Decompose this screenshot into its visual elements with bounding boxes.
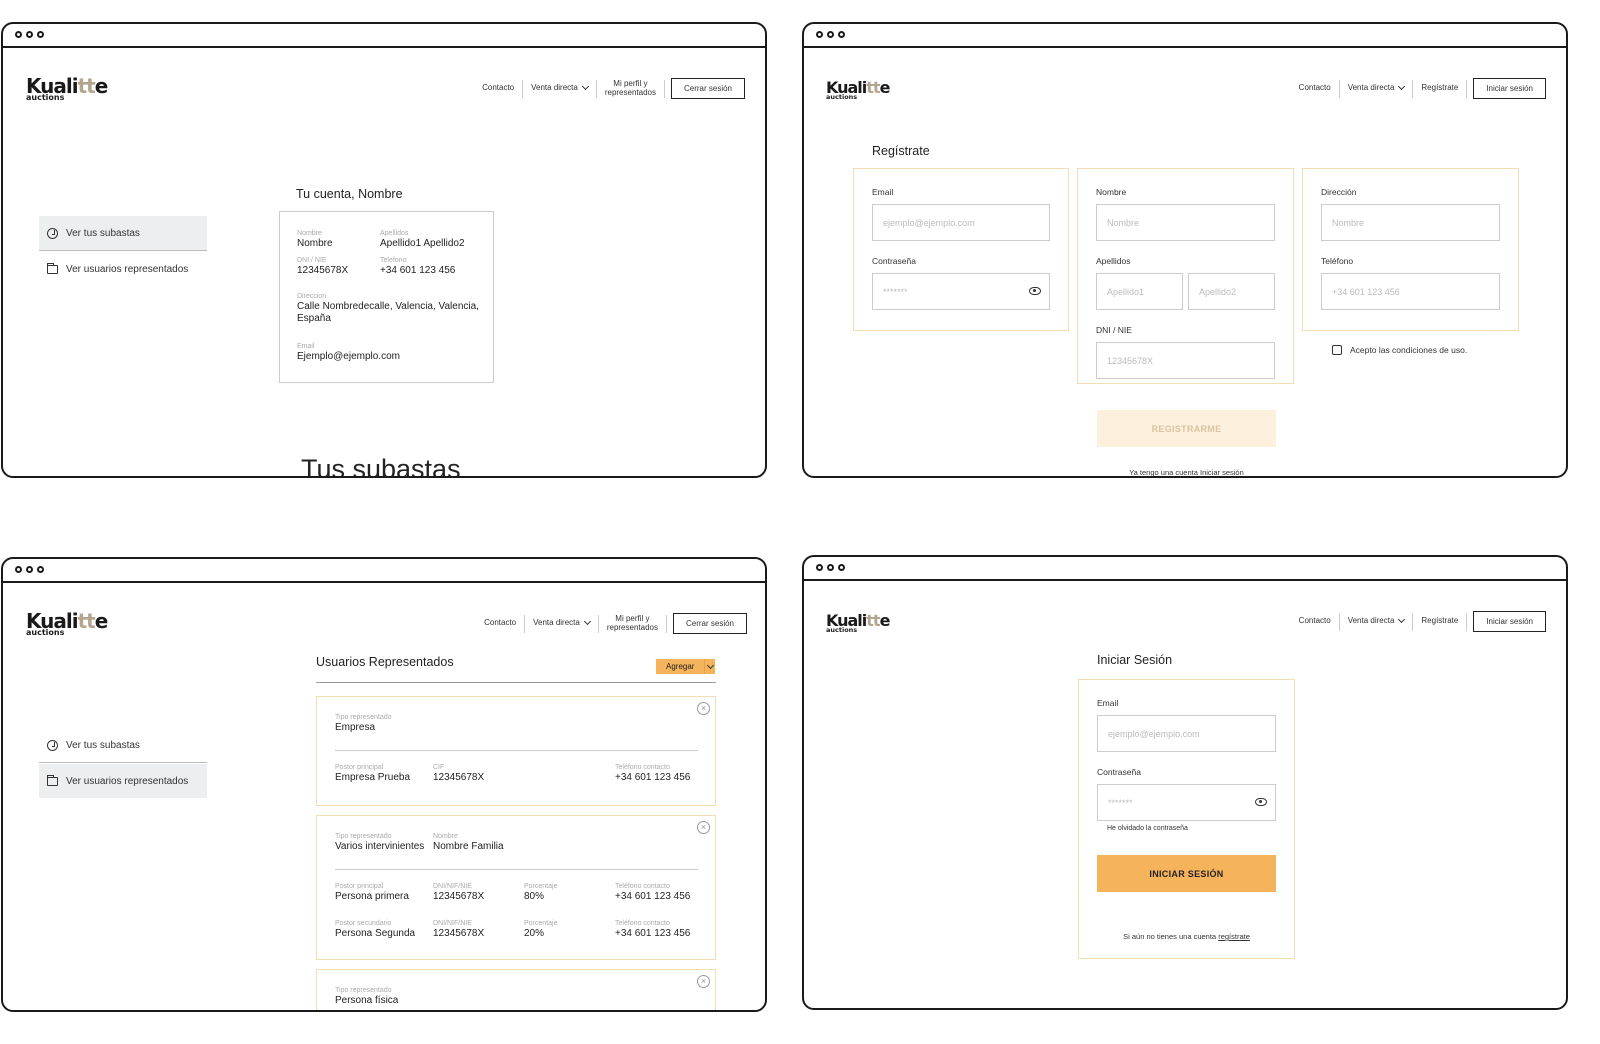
apellido2-input[interactable]: Apellido2 bbox=[1188, 273, 1275, 310]
logo[interactable]: Kualitte auctions bbox=[826, 613, 890, 634]
iniciar-sesion-submit-button[interactable]: INICIAR SESIÓN bbox=[1097, 855, 1276, 892]
chevron-down-icon bbox=[581, 83, 589, 91]
accept-terms[interactable]: Acepto las condiciones de uso. bbox=[1332, 345, 1467, 355]
page-title: Usuarios Representados bbox=[316, 655, 454, 669]
nav-venta-directa[interactable]: Venta directa bbox=[1340, 83, 1413, 93]
close-icon[interactable]: × bbox=[697, 975, 710, 988]
sidebar: Ver tus subastas Ver usuarios representa… bbox=[39, 728, 207, 798]
apellido1-input[interactable]: Apellido1 bbox=[1096, 273, 1183, 310]
window-titlebar bbox=[3, 559, 765, 583]
sidebar: Ver tus subastas Ver usuarios representa… bbox=[39, 216, 207, 286]
have-account-row: Ya tengo una cuenta Iniciar sesión bbox=[1129, 468, 1244, 477]
window-titlebar bbox=[804, 557, 1566, 581]
telefono-input[interactable]: +34 601 123 456 bbox=[1321, 273, 1500, 310]
nombre-input[interactable]: Nombre bbox=[1096, 204, 1275, 241]
page-title: Iniciar Sesión bbox=[1097, 653, 1173, 667]
eye-icon[interactable] bbox=[1029, 287, 1041, 295]
window-dot bbox=[15, 566, 22, 573]
window-dot bbox=[15, 31, 22, 38]
cerrar-sesion-button[interactable]: Cerrar sesión bbox=[670, 78, 745, 99]
window-dot bbox=[838, 564, 845, 571]
agregar-button[interactable]: Agregar bbox=[656, 659, 715, 674]
forgot-password-link[interactable]: He olvidado la contraseña bbox=[1097, 825, 1276, 832]
login-form: Email ejemplo@ejemplo.com Contraseña ***… bbox=[1078, 679, 1295, 959]
close-icon[interactable]: × bbox=[697, 702, 710, 715]
logo[interactable]: Kualitte auctions bbox=[26, 76, 108, 102]
history-icon bbox=[47, 739, 58, 751]
window-account: Kualitte auctions Contacto Venta directa… bbox=[1, 22, 767, 478]
chevron-down-icon bbox=[1398, 616, 1406, 624]
nav-venta-directa[interactable]: Venta directa bbox=[525, 618, 598, 628]
sidebar-item-subastas[interactable]: Ver tus subastas bbox=[39, 216, 207, 250]
direccion-input[interactable]: Nombre bbox=[1321, 204, 1500, 241]
email-input[interactable]: ejemplo@ejemplo.com bbox=[872, 204, 1050, 241]
iniciar-sesion-button[interactable]: Iniciar sesión bbox=[1473, 611, 1546, 632]
window-dot bbox=[26, 566, 33, 573]
title-divider bbox=[316, 682, 716, 683]
account-card: Nombre Nombre Apellidos Apellido1 Apellido… bbox=[279, 211, 494, 383]
window-dot bbox=[816, 564, 823, 571]
login-link[interactable]: Iniciar sesión bbox=[1200, 468, 1244, 476]
window-titlebar bbox=[3, 24, 765, 48]
top-nav: Contacto Venta directa Regístrate Inicia… bbox=[1291, 78, 1546, 99]
window-dot bbox=[838, 31, 845, 38]
page-title: Regístrate bbox=[872, 144, 930, 158]
register-col-account: Email ejemplo@ejemplo.com Contraseña ***… bbox=[853, 168, 1069, 331]
top-nav: Contacto Venta directa Mi perfil y repres… bbox=[476, 613, 747, 634]
nav-contacto[interactable]: Contacto bbox=[1291, 616, 1339, 626]
register-link[interactable]: regístrate bbox=[1218, 932, 1250, 941]
no-account-row: Si aún no tienes una cuenta regístrate bbox=[1123, 932, 1250, 941]
dni-input[interactable]: 12345678X bbox=[1096, 342, 1275, 379]
nav-venta-directa[interactable]: Venta directa bbox=[1340, 616, 1413, 626]
folder-users-icon bbox=[47, 262, 58, 274]
chevron-down-icon bbox=[583, 618, 591, 626]
top-nav: Contacto Venta directa Mi perfil y repres… bbox=[474, 78, 745, 99]
sidebar-item-usuarios[interactable]: Ver usuarios representados bbox=[39, 252, 207, 286]
folder-users-icon bbox=[47, 774, 58, 786]
register-col-personal: Nombre Nombre Apellidos Apellido1 Apelli… bbox=[1077, 168, 1294, 384]
sidebar-item-subastas[interactable]: Ver tus subastas bbox=[39, 728, 207, 762]
nav-mi-perfil[interactable]: Mi perfil y representados bbox=[597, 79, 664, 98]
chevron-down-icon[interactable] bbox=[706, 661, 714, 669]
sidebar-item-usuarios[interactable]: Ver usuarios representados bbox=[39, 764, 207, 798]
subastas-heading: Tus subastas bbox=[301, 454, 461, 478]
nav-contacto[interactable]: Contacto bbox=[474, 83, 522, 93]
representado-card-persona: × Tipo representado Persona física bbox=[316, 969, 716, 1010]
nav-registrate[interactable]: Regístrate bbox=[1413, 83, 1466, 93]
window-login: Kualitte auctions Contacto Venta directa… bbox=[802, 555, 1568, 1010]
email-input[interactable]: ejemplo@ejemplo.com bbox=[1097, 715, 1276, 752]
iniciar-sesion-button[interactable]: Iniciar sesión bbox=[1473, 78, 1546, 99]
representado-card-empresa: × Tipo representado Empresa Postor princi… bbox=[316, 696, 716, 806]
close-icon[interactable]: × bbox=[697, 821, 710, 834]
window-titlebar bbox=[804, 24, 1566, 48]
window-dot bbox=[827, 31, 834, 38]
nav-mi-perfil[interactable]: Mi perfil y representados bbox=[599, 614, 666, 633]
logo[interactable]: Kualitte auctions bbox=[826, 80, 890, 101]
nav-registrate[interactable]: Regístrate bbox=[1413, 616, 1466, 626]
window-dot bbox=[816, 31, 823, 38]
nav-contacto[interactable]: Contacto bbox=[1291, 83, 1339, 93]
eye-icon[interactable] bbox=[1255, 798, 1267, 806]
register-col-contact: Dirección Nombre Teléfono +34 601 123 45… bbox=[1302, 168, 1519, 331]
password-input[interactable]: ******* bbox=[1097, 784, 1276, 821]
window-register: Kualitte auctions Contacto Venta directa… bbox=[802, 22, 1568, 478]
password-input[interactable]: ******* bbox=[872, 273, 1050, 310]
window-dot bbox=[26, 31, 33, 38]
cerrar-sesion-button[interactable]: Cerrar sesión bbox=[672, 613, 747, 634]
window-dot bbox=[37, 31, 44, 38]
accept-terms-checkbox[interactable] bbox=[1332, 345, 1342, 355]
chevron-down-icon bbox=[1398, 83, 1406, 91]
window-dot bbox=[37, 566, 44, 573]
representado-card-varios: × Tipo representado Varios intervinientes… bbox=[316, 815, 716, 960]
window-representados: Kualitte auctions Contacto Venta directa… bbox=[1, 557, 767, 1012]
nav-venta-directa[interactable]: Venta directa bbox=[523, 83, 596, 93]
history-icon bbox=[47, 227, 58, 239]
logo[interactable]: Kualitte auctions bbox=[26, 611, 108, 637]
window-dot bbox=[827, 564, 834, 571]
nav-contacto[interactable]: Contacto bbox=[476, 618, 524, 628]
top-nav: Contacto Venta directa Regístrate Inicia… bbox=[1291, 611, 1546, 632]
registrarme-button[interactable]: REGISTRARME bbox=[1097, 410, 1276, 447]
page-title: Tu cuenta, Nombre bbox=[296, 187, 403, 201]
